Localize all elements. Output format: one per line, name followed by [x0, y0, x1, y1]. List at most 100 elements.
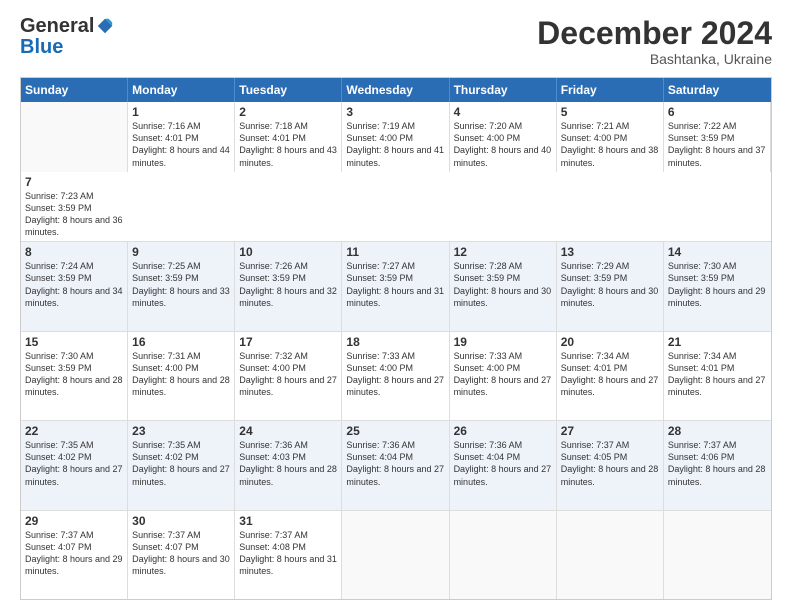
day-number: 3: [346, 105, 444, 119]
cell-dec-9: 9 Sunrise: 7:25 AM Sunset: 3:59 PM Dayli…: [128, 242, 235, 330]
day-info: Sunrise: 7:34 AM Sunset: 4:01 PM Dayligh…: [561, 350, 659, 399]
cell-dec-15: 15 Sunrise: 7:30 AM Sunset: 3:59 PM Dayl…: [21, 332, 128, 420]
day-number: 29: [25, 514, 123, 528]
cell-dec-25: 25 Sunrise: 7:36 AM Sunset: 4:04 PM Dayl…: [342, 421, 449, 509]
day-number: 19: [454, 335, 552, 349]
day-info: Sunrise: 7:32 AM Sunset: 4:00 PM Dayligh…: [239, 350, 337, 399]
day-info: Sunrise: 7:31 AM Sunset: 4:00 PM Dayligh…: [132, 350, 230, 399]
cell-dec-12: 12 Sunrise: 7:28 AM Sunset: 3:59 PM Dayl…: [450, 242, 557, 330]
day-info: Sunrise: 7:30 AM Sunset: 3:59 PM Dayligh…: [25, 350, 123, 399]
header-friday: Friday: [557, 78, 664, 102]
cell-dec-21: 21 Sunrise: 7:34 AM Sunset: 4:01 PM Dayl…: [664, 332, 771, 420]
day-number: 23: [132, 424, 230, 438]
day-info: Sunrise: 7:30 AM Sunset: 3:59 PM Dayligh…: [668, 260, 767, 309]
day-number: 30: [132, 514, 230, 528]
day-info: Sunrise: 7:28 AM Sunset: 3:59 PM Dayligh…: [454, 260, 552, 309]
cell-dec-20: 20 Sunrise: 7:34 AM Sunset: 4:01 PM Dayl…: [557, 332, 664, 420]
day-number: 27: [561, 424, 659, 438]
header-wednesday: Wednesday: [342, 78, 449, 102]
cell-dec-30: 30 Sunrise: 7:37 AM Sunset: 4:07 PM Dayl…: [128, 511, 235, 599]
day-number: 1: [132, 105, 230, 119]
location: Bashtanka, Ukraine: [537, 51, 772, 67]
cell-dec-24: 24 Sunrise: 7:36 AM Sunset: 4:03 PM Dayl…: [235, 421, 342, 509]
week-1: 1 Sunrise: 7:16 AM Sunset: 4:01 PM Dayli…: [21, 102, 771, 242]
month-title: December 2024: [537, 16, 772, 51]
day-info: Sunrise: 7:37 AM Sunset: 4:07 PM Dayligh…: [25, 529, 123, 578]
day-number: 22: [25, 424, 123, 438]
cell-dec-18: 18 Sunrise: 7:33 AM Sunset: 4:00 PM Dayl…: [342, 332, 449, 420]
cell-dec-17: 17 Sunrise: 7:32 AM Sunset: 4:00 PM Dayl…: [235, 332, 342, 420]
day-number: 6: [668, 105, 766, 119]
cell-dec-23: 23 Sunrise: 7:35 AM Sunset: 4:02 PM Dayl…: [128, 421, 235, 509]
title-block: December 2024 Bashtanka, Ukraine: [537, 16, 772, 67]
day-info: Sunrise: 7:24 AM Sunset: 3:59 PM Dayligh…: [25, 260, 123, 309]
day-number: 12: [454, 245, 552, 259]
cell-dec-7: 7 Sunrise: 7:23 AM Sunset: 3:59 PM Dayli…: [21, 172, 128, 242]
day-info: Sunrise: 7:19 AM Sunset: 4:00 PM Dayligh…: [346, 120, 444, 169]
header-thursday: Thursday: [450, 78, 557, 102]
week-2: 8 Sunrise: 7:24 AM Sunset: 3:59 PM Dayli…: [21, 242, 771, 331]
day-info: Sunrise: 7:20 AM Sunset: 4:00 PM Dayligh…: [454, 120, 552, 169]
calendar-body: 1 Sunrise: 7:16 AM Sunset: 4:01 PM Dayli…: [21, 102, 771, 599]
cell-dec-8: 8 Sunrise: 7:24 AM Sunset: 3:59 PM Dayli…: [21, 242, 128, 330]
day-number: 2: [239, 105, 337, 119]
day-number: 5: [561, 105, 659, 119]
day-number: 9: [132, 245, 230, 259]
cell-dec-26: 26 Sunrise: 7:36 AM Sunset: 4:04 PM Dayl…: [450, 421, 557, 509]
day-info: Sunrise: 7:21 AM Sunset: 4:00 PM Dayligh…: [561, 120, 659, 169]
cell-dec-11: 11 Sunrise: 7:27 AM Sunset: 3:59 PM Dayl…: [342, 242, 449, 330]
header-saturday: Saturday: [664, 78, 771, 102]
cell-empty-4: [557, 511, 664, 599]
day-info: Sunrise: 7:37 AM Sunset: 4:06 PM Dayligh…: [668, 439, 767, 488]
day-number: 18: [346, 335, 444, 349]
header-tuesday: Tuesday: [235, 78, 342, 102]
day-info: Sunrise: 7:23 AM Sunset: 3:59 PM Dayligh…: [25, 190, 124, 239]
day-info: Sunrise: 7:26 AM Sunset: 3:59 PM Dayligh…: [239, 260, 337, 309]
day-number: 13: [561, 245, 659, 259]
day-number: 31: [239, 514, 337, 528]
day-number: 28: [668, 424, 767, 438]
day-info: Sunrise: 7:35 AM Sunset: 4:02 PM Dayligh…: [25, 439, 123, 488]
day-info: Sunrise: 7:29 AM Sunset: 3:59 PM Dayligh…: [561, 260, 659, 309]
cell-dec-29: 29 Sunrise: 7:37 AM Sunset: 4:07 PM Dayl…: [21, 511, 128, 599]
day-info: Sunrise: 7:18 AM Sunset: 4:01 PM Dayligh…: [239, 120, 337, 169]
day-info: Sunrise: 7:33 AM Sunset: 4:00 PM Dayligh…: [454, 350, 552, 399]
week-5: 29 Sunrise: 7:37 AM Sunset: 4:07 PM Dayl…: [21, 511, 771, 599]
cell-dec-31: 31 Sunrise: 7:37 AM Sunset: 4:08 PM Dayl…: [235, 511, 342, 599]
header-monday: Monday: [128, 78, 235, 102]
cell-dec-2: 2 Sunrise: 7:18 AM Sunset: 4:01 PM Dayli…: [235, 102, 342, 172]
week-3: 15 Sunrise: 7:30 AM Sunset: 3:59 PM Dayl…: [21, 332, 771, 421]
calendar-header: Sunday Monday Tuesday Wednesday Thursday…: [21, 78, 771, 102]
day-number: 17: [239, 335, 337, 349]
cell-empty-1: [21, 102, 128, 172]
calendar: Sunday Monday Tuesday Wednesday Thursday…: [20, 77, 772, 600]
cell-empty-3: [450, 511, 557, 599]
day-info: Sunrise: 7:36 AM Sunset: 4:04 PM Dayligh…: [346, 439, 444, 488]
day-number: 14: [668, 245, 767, 259]
cell-dec-28: 28 Sunrise: 7:37 AM Sunset: 4:06 PM Dayl…: [664, 421, 771, 509]
cell-dec-27: 27 Sunrise: 7:37 AM Sunset: 4:05 PM Dayl…: [557, 421, 664, 509]
day-info: Sunrise: 7:37 AM Sunset: 4:05 PM Dayligh…: [561, 439, 659, 488]
day-number: 11: [346, 245, 444, 259]
cell-empty-2: [342, 511, 449, 599]
cell-dec-5: 5 Sunrise: 7:21 AM Sunset: 4:00 PM Dayli…: [557, 102, 664, 172]
header-sunday: Sunday: [21, 78, 128, 102]
cell-dec-22: 22 Sunrise: 7:35 AM Sunset: 4:02 PM Dayl…: [21, 421, 128, 509]
day-number: 25: [346, 424, 444, 438]
day-info: Sunrise: 7:34 AM Sunset: 4:01 PM Dayligh…: [668, 350, 767, 399]
day-info: Sunrise: 7:37 AM Sunset: 4:07 PM Dayligh…: [132, 529, 230, 578]
week-4: 22 Sunrise: 7:35 AM Sunset: 4:02 PM Dayl…: [21, 421, 771, 510]
cell-dec-10: 10 Sunrise: 7:26 AM Sunset: 3:59 PM Dayl…: [235, 242, 342, 330]
cell-dec-19: 19 Sunrise: 7:33 AM Sunset: 4:00 PM Dayl…: [450, 332, 557, 420]
cell-dec-13: 13 Sunrise: 7:29 AM Sunset: 3:59 PM Dayl…: [557, 242, 664, 330]
cell-empty-5: [664, 511, 771, 599]
logo-general-text: General: [20, 16, 94, 36]
day-number: 24: [239, 424, 337, 438]
day-number: 26: [454, 424, 552, 438]
day-info: Sunrise: 7:36 AM Sunset: 4:03 PM Dayligh…: [239, 439, 337, 488]
logo: General Blue: [20, 16, 114, 59]
day-info: Sunrise: 7:36 AM Sunset: 4:04 PM Dayligh…: [454, 439, 552, 488]
cell-dec-16: 16 Sunrise: 7:31 AM Sunset: 4:00 PM Dayl…: [128, 332, 235, 420]
cell-dec-6: 6 Sunrise: 7:22 AM Sunset: 3:59 PM Dayli…: [664, 102, 771, 172]
header: General Blue December 2024 Bashtanka, Uk…: [20, 16, 772, 67]
